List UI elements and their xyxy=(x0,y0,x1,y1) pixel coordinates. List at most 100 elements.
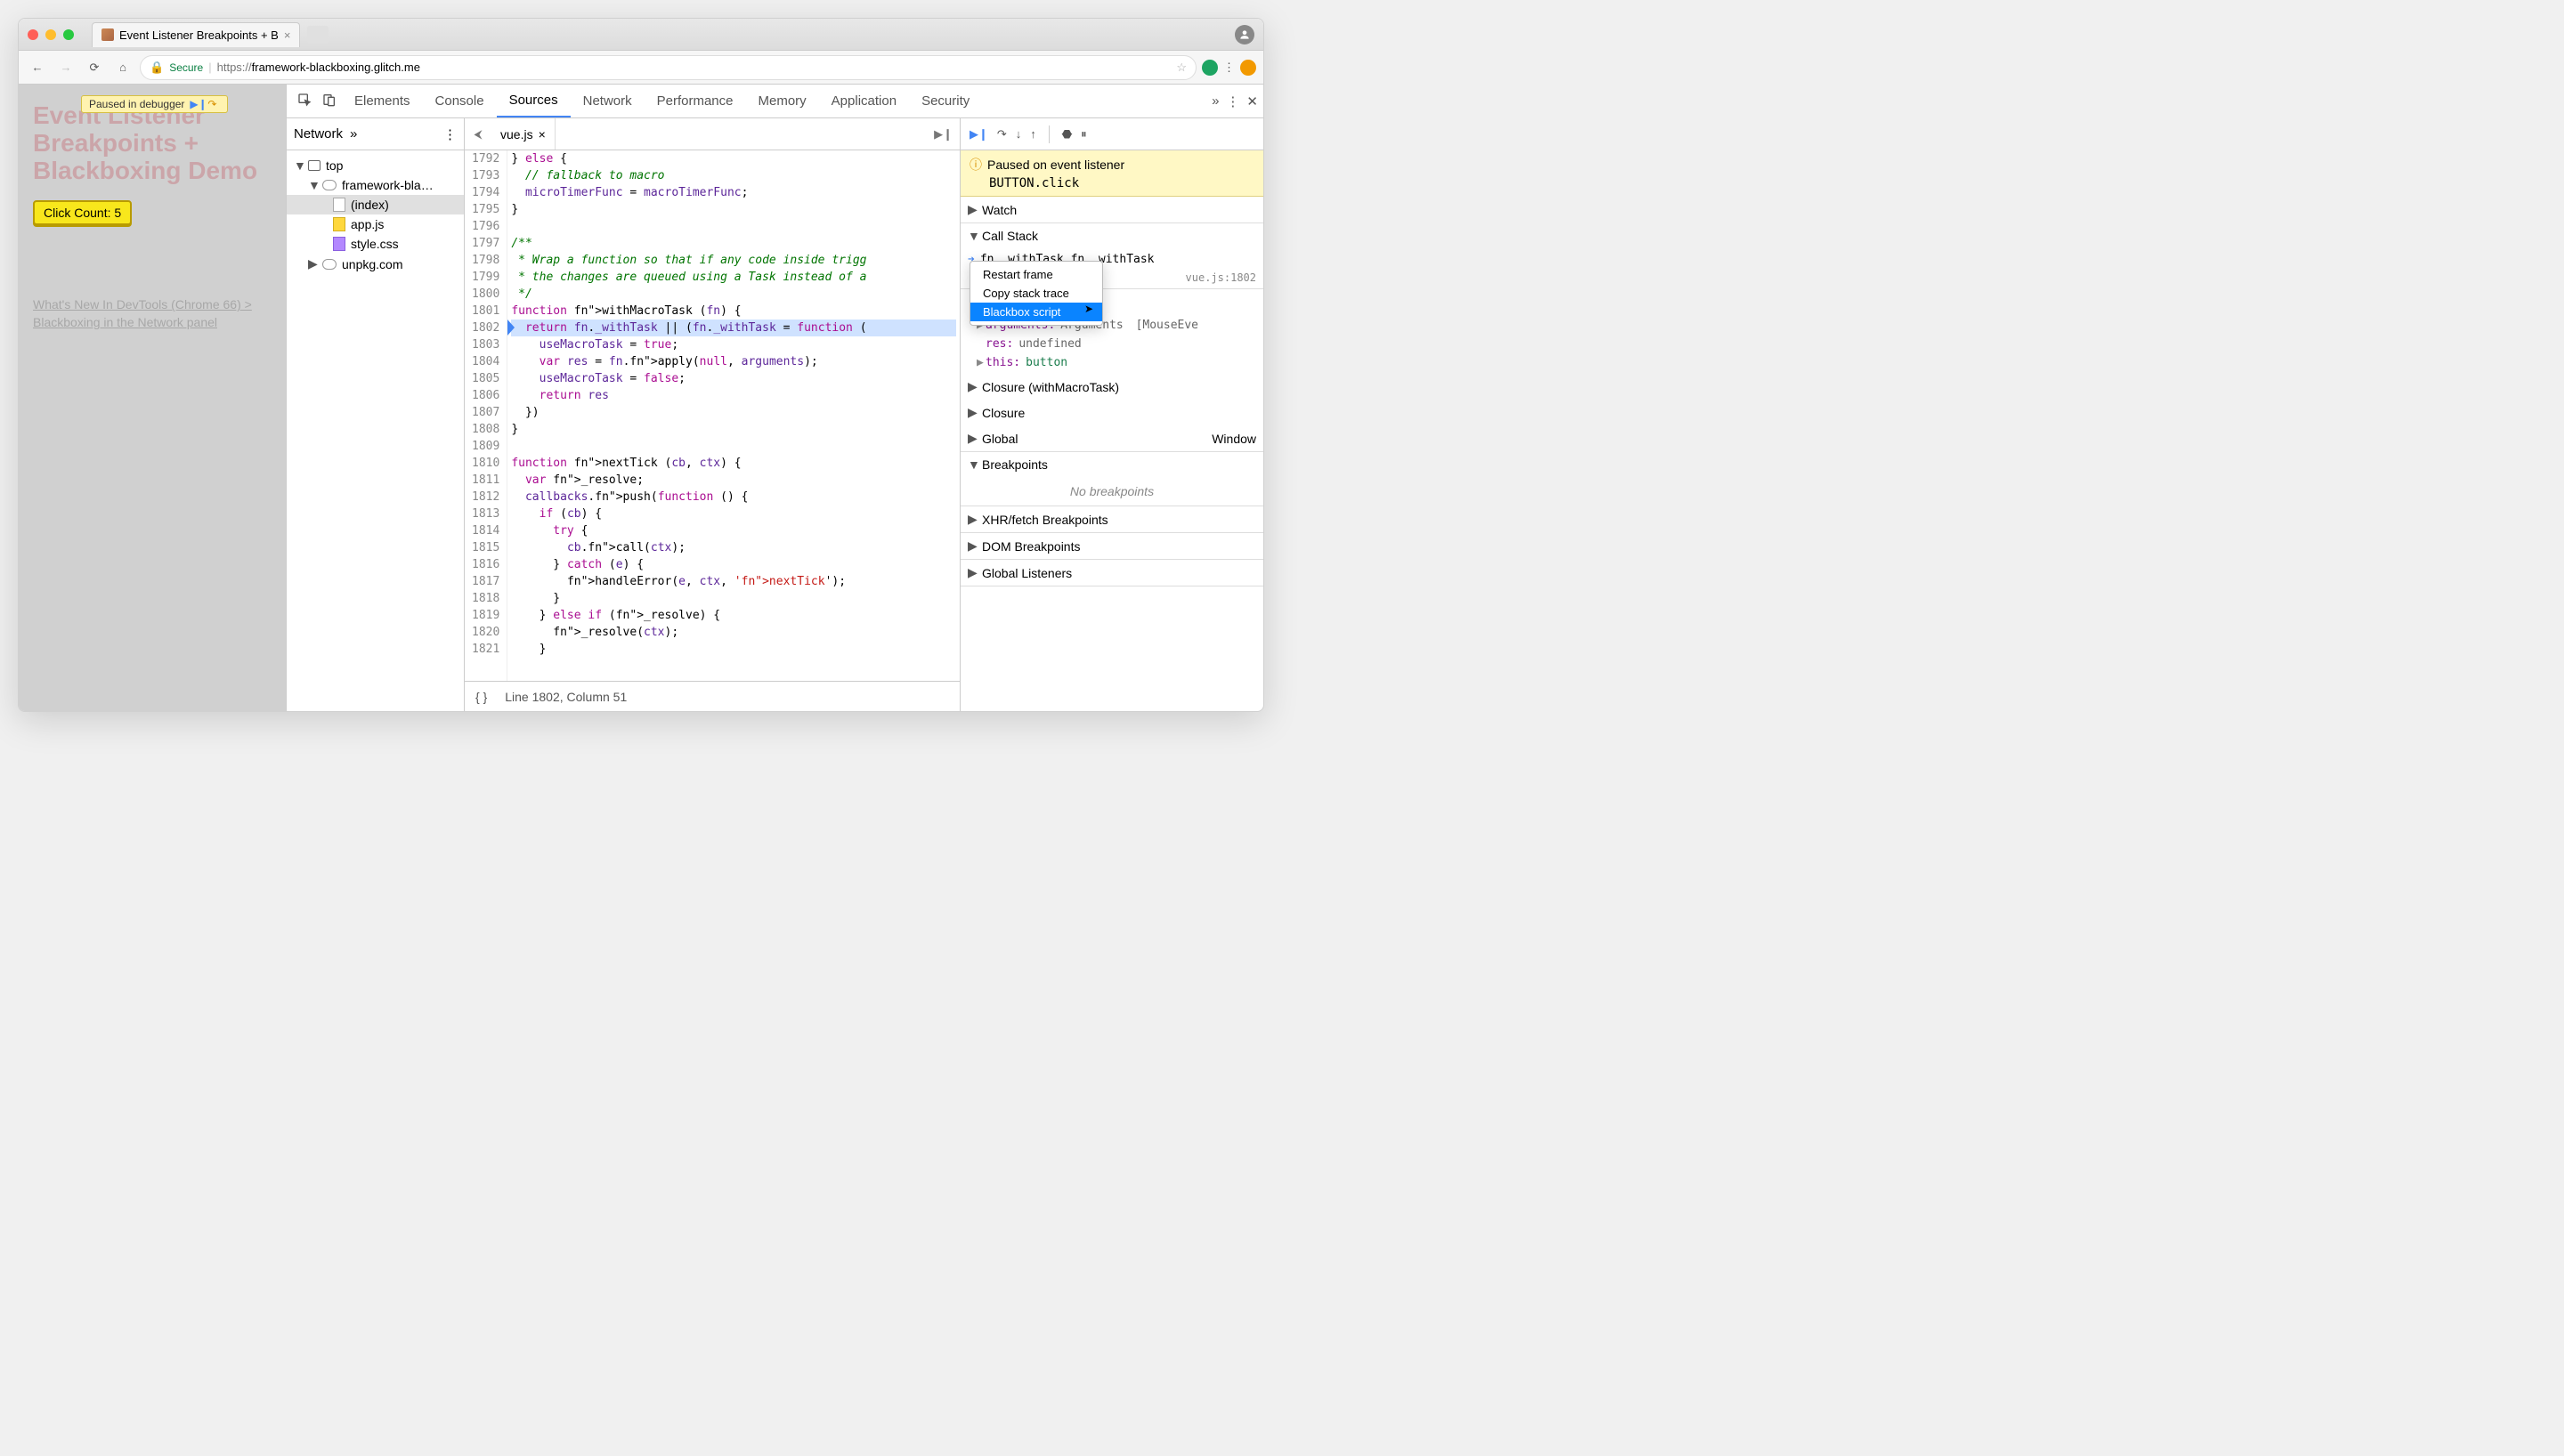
editor-nav-icon[interactable]: ⮜ xyxy=(465,127,491,142)
deactivate-breakpoints-button[interactable]: ⬣ xyxy=(1062,127,1072,142)
secure-label: Secure xyxy=(169,61,203,74)
page-link[interactable]: What's New In DevTools (Chrome 66) > Bla… xyxy=(33,296,272,331)
tree-file-stylecss[interactable]: style.css xyxy=(287,234,464,254)
editor-filename: vue.js xyxy=(500,127,533,142)
debugger-overlay: Paused in debugger ▶❙ ↷ xyxy=(81,95,228,113)
listeners-pane[interactable]: ▶Global Listeners xyxy=(961,560,1263,586)
close-file-icon[interactable]: × xyxy=(539,127,546,142)
paused-banner: ⓘ Paused on event listener BUTTON.click xyxy=(961,150,1263,197)
no-breakpoints: No breakpoints xyxy=(961,477,1263,506)
tab-network[interactable]: Network xyxy=(571,85,645,117)
tab-memory[interactable]: Memory xyxy=(746,85,819,117)
maximize-window[interactable] xyxy=(63,29,74,40)
more-tabs-icon[interactable]: » xyxy=(1212,93,1219,109)
debugger-sidebar: ▶❙ ↷ ↓ ↑ ⬣ ⏸ ⓘ Paused on event listener B… xyxy=(961,118,1263,711)
favicon xyxy=(101,28,114,41)
format-icon[interactable]: { } xyxy=(475,690,487,704)
ctx-restart-frame[interactable]: Restart frame xyxy=(970,265,1102,284)
closure1-header[interactable]: ▶Closure (withMacroTask) xyxy=(961,374,1263,400)
paused-detail: BUTTON.click xyxy=(970,176,1254,190)
pause-on-exceptions-button[interactable]: ⏸ xyxy=(1081,127,1087,142)
step-into-button[interactable]: ↓ xyxy=(1016,127,1022,141)
tab-console[interactable]: Console xyxy=(423,85,497,117)
device-toggle-icon[interactable] xyxy=(317,93,342,110)
resume-icon[interactable]: ▶❙ xyxy=(190,98,202,110)
window-titlebar: Event Listener Breakpoints + B × xyxy=(19,19,1263,51)
info-icon: ⓘ xyxy=(970,156,982,174)
inspect-icon[interactable] xyxy=(292,93,317,110)
editor-header: ⮜ vue.js × ▶❙ xyxy=(465,118,960,150)
callstack-header[interactable]: ▼Call Stack xyxy=(961,223,1263,248)
step-over-icon[interactable]: ↷ xyxy=(207,98,220,110)
devtools-menu-icon[interactable]: ⋮ xyxy=(1226,93,1239,109)
close-devtools-icon[interactable]: ✕ xyxy=(1246,93,1258,109)
url-text: https://framework-blackboxing.glitch.me xyxy=(217,61,420,74)
bookmark-star-icon[interactable]: ☆ xyxy=(1176,61,1187,75)
editor-file-tab[interactable]: vue.js × xyxy=(491,118,556,150)
ctx-blackbox-script[interactable]: Blackbox script xyxy=(970,303,1102,321)
reload-button[interactable]: ⟳ xyxy=(83,56,106,79)
paused-title: Paused on event listener xyxy=(987,158,1124,172)
cursor-position: Line 1802, Column 51 xyxy=(505,690,627,704)
dom-pane[interactable]: ▶DOM Breakpoints xyxy=(961,533,1263,560)
file-tree: ▼ top ▼ framework-bla… (index) app.js xyxy=(287,150,464,279)
page-title: Event Listener Breakpoints + Blackboxing… xyxy=(33,102,272,184)
source-editor: ⮜ vue.js × ▶❙ 17921793179417951796179717… xyxy=(465,118,961,711)
close-window[interactable] xyxy=(28,29,38,40)
scope-this[interactable]: ▶this:button xyxy=(961,353,1263,372)
closure2-header[interactable]: ▶Closure xyxy=(961,400,1263,425)
tree-domain-unpkg[interactable]: ▶ unpkg.com xyxy=(287,254,464,274)
step-out-button[interactable]: ↑ xyxy=(1030,127,1036,141)
devtools: Elements Console Sources Network Perform… xyxy=(286,85,1263,711)
navigator-more-tabs[interactable]: » xyxy=(350,126,357,142)
code-source: } else { // fallback to macro microTimer… xyxy=(507,150,960,681)
new-tab-button[interactable] xyxy=(307,26,329,44)
editor-footer: { } Line 1802, Column 51 xyxy=(465,681,960,711)
extensions-menu-icon[interactable]: ⋮ xyxy=(1223,61,1235,75)
debugger-toolbar: ▶❙ ↷ ↓ ↑ ⬣ ⏸ xyxy=(961,118,1263,150)
url-field[interactable]: 🔒 Secure | https://framework-blackboxing… xyxy=(140,55,1197,80)
navigator-menu-icon[interactable]: ⋮ xyxy=(443,126,457,142)
watch-pane[interactable]: ▶Watch xyxy=(961,197,1263,223)
overlay-text: Paused in debugger xyxy=(89,98,184,110)
navigator-tab[interactable]: Network xyxy=(294,126,343,142)
scope-res[interactable]: res:undefined xyxy=(961,335,1263,353)
minimize-window[interactable] xyxy=(45,29,56,40)
line-gutter: 1792179317941795179617971798179918001801… xyxy=(465,150,507,681)
click-count-button[interactable]: Click Count: 5 xyxy=(33,200,132,225)
ctx-copy-stack[interactable]: Copy stack trace xyxy=(970,284,1102,303)
page-viewport: Paused in debugger ▶❙ ↷ Event Listener B… xyxy=(19,85,286,711)
address-bar: ← → ⟳ ⌂ 🔒 Secure | https://framework-bla… xyxy=(19,51,1263,85)
context-menu: Restart frame Copy stack trace Blackbox … xyxy=(970,261,1103,326)
extension-icon[interactable] xyxy=(1202,60,1218,76)
tab-performance[interactable]: Performance xyxy=(645,85,746,117)
global-header[interactable]: ▶GlobalWindow xyxy=(961,425,1263,451)
tree-top[interactable]: ▼ top xyxy=(287,156,464,175)
devtools-tabs: Elements Console Sources Network Perform… xyxy=(287,85,1263,118)
browser-tab[interactable]: Event Listener Breakpoints + B × xyxy=(92,22,300,47)
breakpoints-header[interactable]: ▼Breakpoints xyxy=(961,452,1263,477)
back-button[interactable]: ← xyxy=(26,56,49,79)
tree-domain[interactable]: ▼ framework-bla… xyxy=(287,175,464,195)
code-view[interactable]: 1792179317941795179617971798179918001801… xyxy=(465,150,960,681)
close-tab-icon[interactable]: × xyxy=(284,28,291,42)
tree-file-index[interactable]: (index) xyxy=(287,195,464,214)
lock-icon: 🔒 xyxy=(150,61,164,75)
window-controls xyxy=(28,29,74,40)
resume-button[interactable]: ▶❙ xyxy=(970,127,988,142)
breakpoints-pane: ▼Breakpoints No breakpoints xyxy=(961,452,1263,506)
forward-button[interactable]: → xyxy=(54,56,77,79)
step-over-button[interactable]: ↷ xyxy=(997,127,1007,142)
tab-security[interactable]: Security xyxy=(909,85,982,117)
tab-elements[interactable]: Elements xyxy=(342,85,423,117)
tree-file-appjs[interactable]: app.js xyxy=(287,214,464,234)
tab-sources[interactable]: Sources xyxy=(497,85,571,117)
tab-application[interactable]: Application xyxy=(819,85,909,117)
extension-warning-icon[interactable] xyxy=(1240,60,1256,76)
profile-icon[interactable] xyxy=(1235,25,1254,44)
home-button[interactable]: ⌂ xyxy=(111,56,134,79)
xhr-pane[interactable]: ▶XHR/fetch Breakpoints xyxy=(961,506,1263,533)
stack-location: vue.js:1802 xyxy=(1186,271,1256,284)
navigator-header: Network » ⋮ xyxy=(287,118,464,150)
editor-forward-icon[interactable]: ▶❙ xyxy=(927,127,960,142)
